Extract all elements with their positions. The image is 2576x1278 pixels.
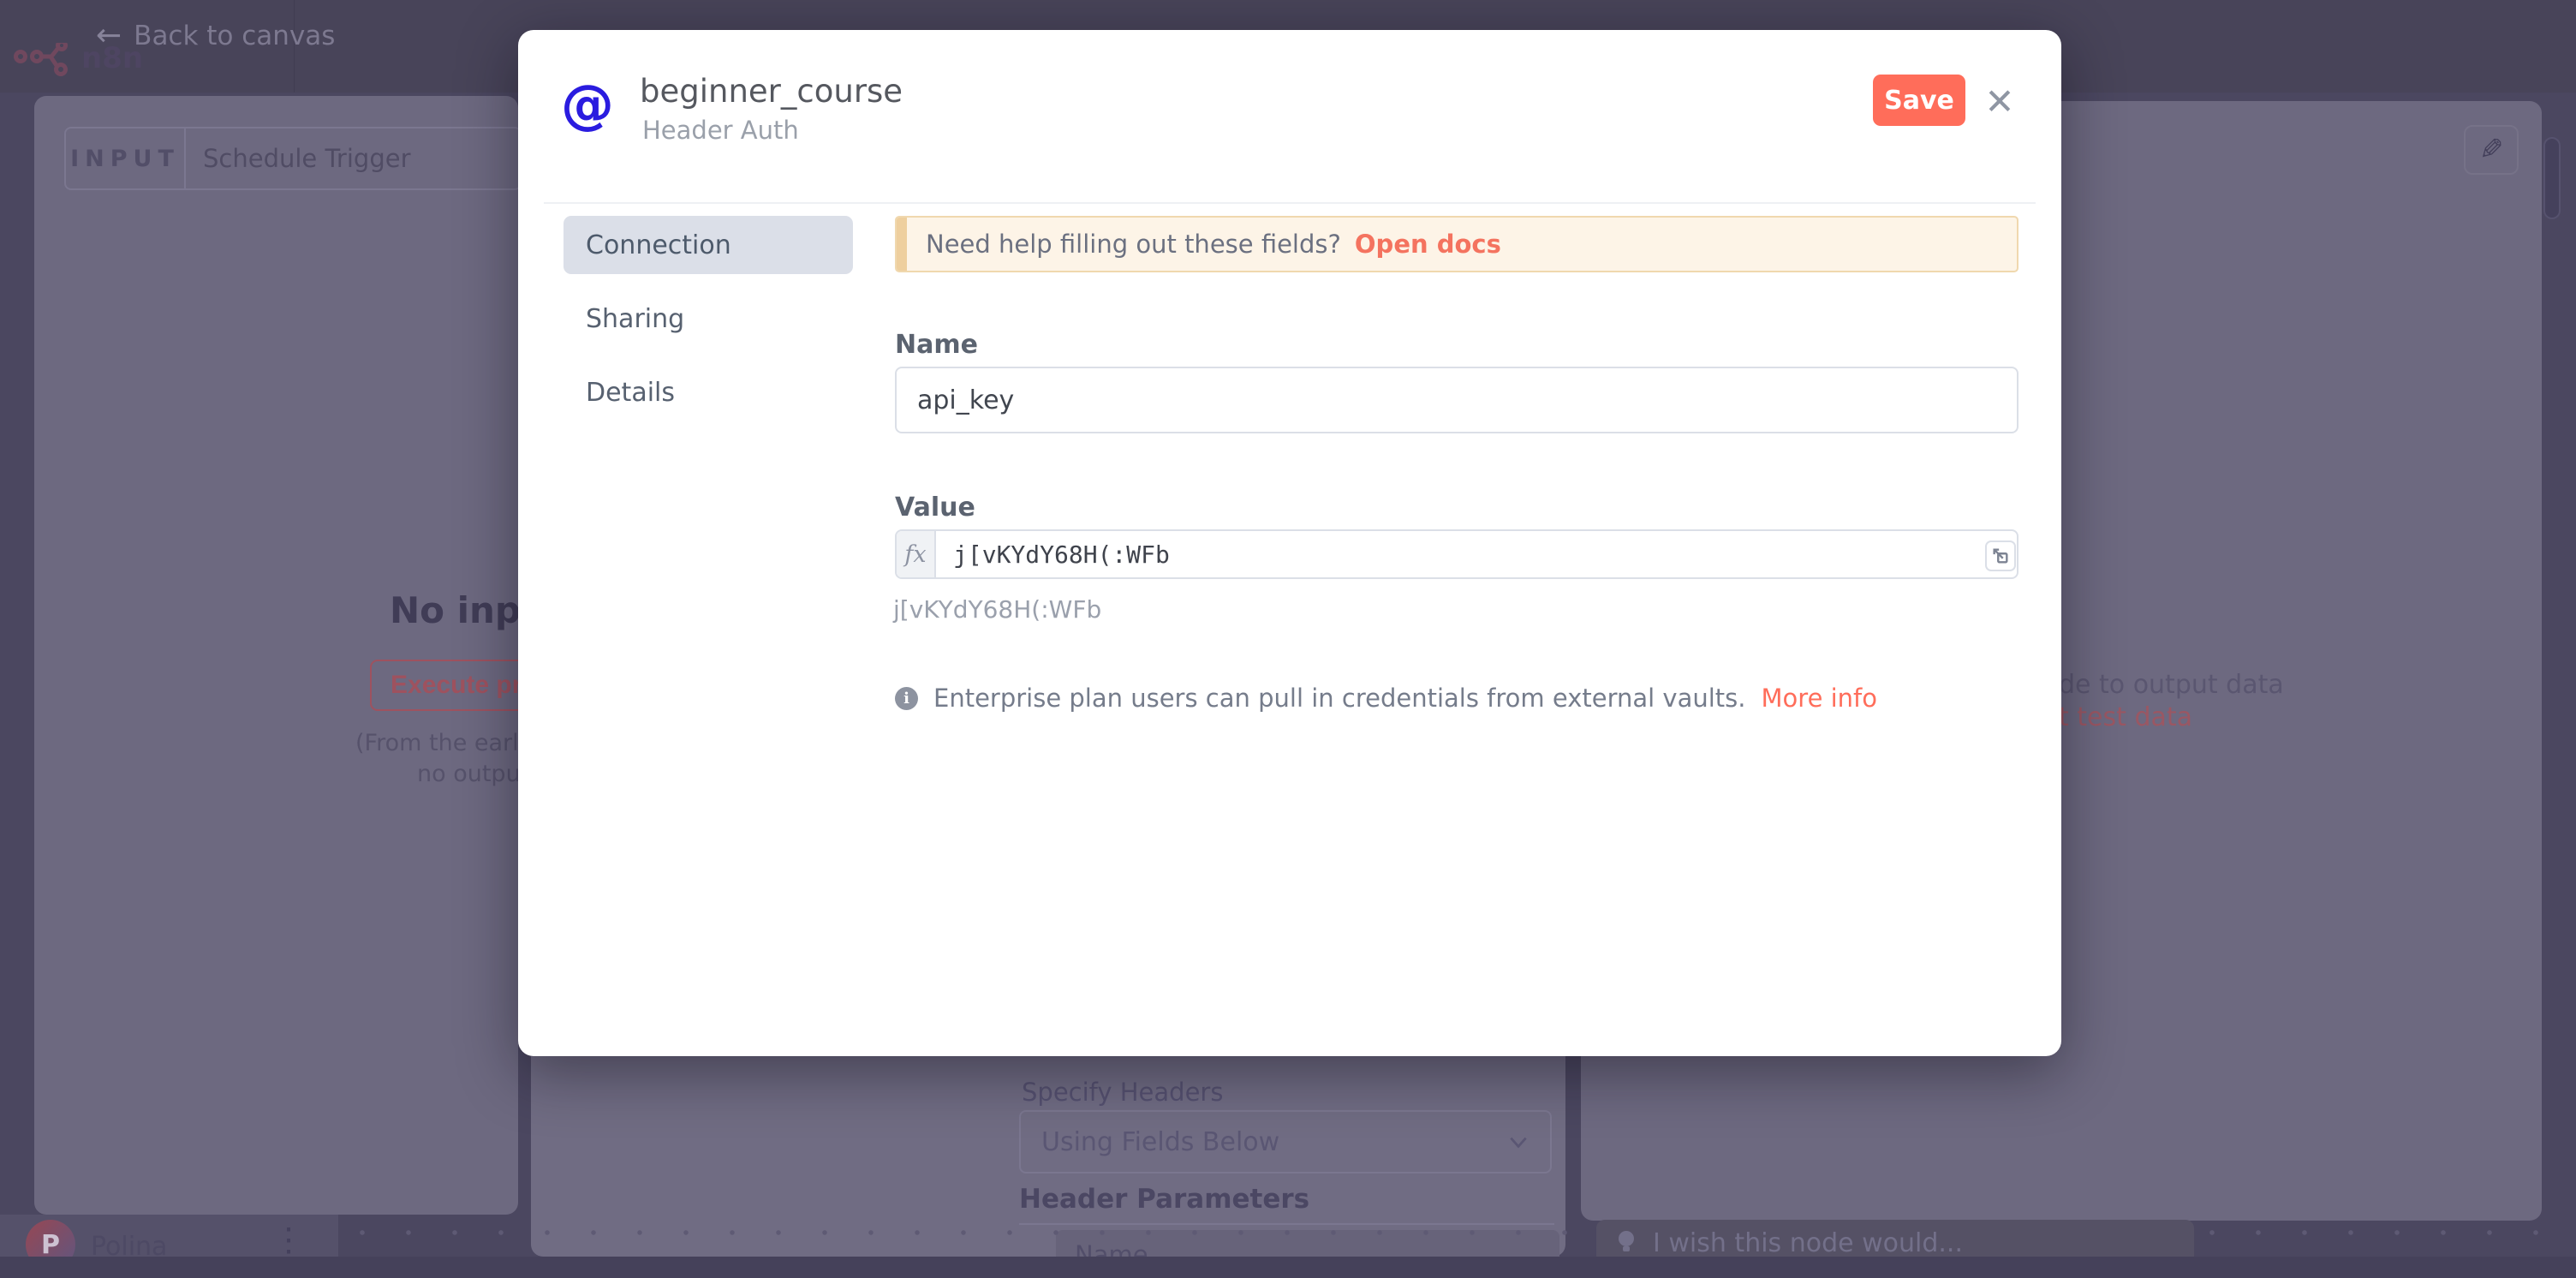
- value-label: Value: [895, 493, 975, 523]
- back-to-canvas-label: Back to canvas: [134, 21, 335, 51]
- close-button[interactable]: ✕: [1974, 80, 2025, 124]
- ndv-input-panel: [34, 96, 518, 1215]
- tab-sharing[interactable]: Sharing: [564, 290, 853, 348]
- help-banner: Need help filling out these fields? Open…: [895, 216, 2018, 272]
- input-source-select[interactable]: Schedule Trigger: [186, 144, 520, 173]
- help-banner-text: Need help filling out these fields?: [926, 230, 1341, 259]
- n8n-logo-icon: [14, 43, 77, 77]
- enterprise-info-text: Enterprise plan users can pull in creden…: [933, 684, 1746, 713]
- tab-connection[interactable]: Connection: [564, 216, 853, 274]
- output-panel-text: de to output data: [2059, 670, 2284, 700]
- more-info-link[interactable]: More info: [1762, 684, 1878, 713]
- fx-expression-toggle[interactable]: fx: [897, 531, 936, 577]
- name-label: Name: [895, 330, 978, 360]
- credential-subtitle: Header Auth: [642, 116, 799, 145]
- name-input[interactable]: [895, 367, 2018, 433]
- info-icon: i: [895, 687, 918, 710]
- edit-pencil-button[interactable]: ✎: [2464, 125, 2519, 175]
- value-input-wrap: fx: [895, 529, 2018, 579]
- wish-input[interactable]: [1653, 1228, 2132, 1258]
- at-credential-icon: @: [561, 73, 614, 135]
- chevron-down-icon: [1507, 1131, 1530, 1153]
- user-menu-kebab[interactable]: ⋮: [272, 1220, 305, 1262]
- value-input[interactable]: [936, 531, 2017, 577]
- header-divider: [544, 202, 2036, 204]
- specify-headers-select[interactable]: Using Fields Below: [1019, 1110, 1552, 1173]
- specify-headers-label: Specify Headers: [1022, 1078, 1223, 1107]
- save-button[interactable]: Save: [1873, 75, 1965, 126]
- input-tab[interactable]: INPUT: [66, 128, 186, 188]
- set-test-data-link[interactable]: t test data: [2059, 702, 2192, 732]
- expand-expression-icon: [1991, 546, 2010, 565]
- open-docs-link[interactable]: Open docs: [1355, 230, 1501, 259]
- enterprise-info-row: i Enterprise plan users can pull in cred…: [895, 684, 1877, 713]
- tab-details[interactable]: Details: [564, 363, 853, 421]
- value-echo-text: j[vKYdY68H(:WFb: [893, 595, 1101, 624]
- specify-headers-value: Using Fields Below: [1041, 1127, 1279, 1157]
- help-banner-accent-strip: [897, 218, 907, 271]
- modal-header: @ beginner_course Header Auth Save ✕: [518, 30, 2061, 203]
- credential-modal: @ beginner_course Header Auth Save ✕ Con…: [518, 30, 2061, 1056]
- input-source-box: INPUT Schedule Trigger: [64, 127, 522, 190]
- lightbulb-icon: [1615, 1229, 1637, 1257]
- n8n-logo-text: n8n: [81, 41, 143, 75]
- canvas-dot-grid: [339, 1209, 2540, 1261]
- no-output-note: no output: [417, 761, 529, 787]
- bottom-status-bar: [0, 1257, 2576, 1278]
- pencil-icon: ✎: [2479, 133, 2504, 167]
- canvas-zoom-controls[interactable]: [2543, 137, 2561, 219]
- expand-expression-button[interactable]: [1985, 540, 2016, 571]
- credential-title[interactable]: beginner_course: [640, 73, 903, 110]
